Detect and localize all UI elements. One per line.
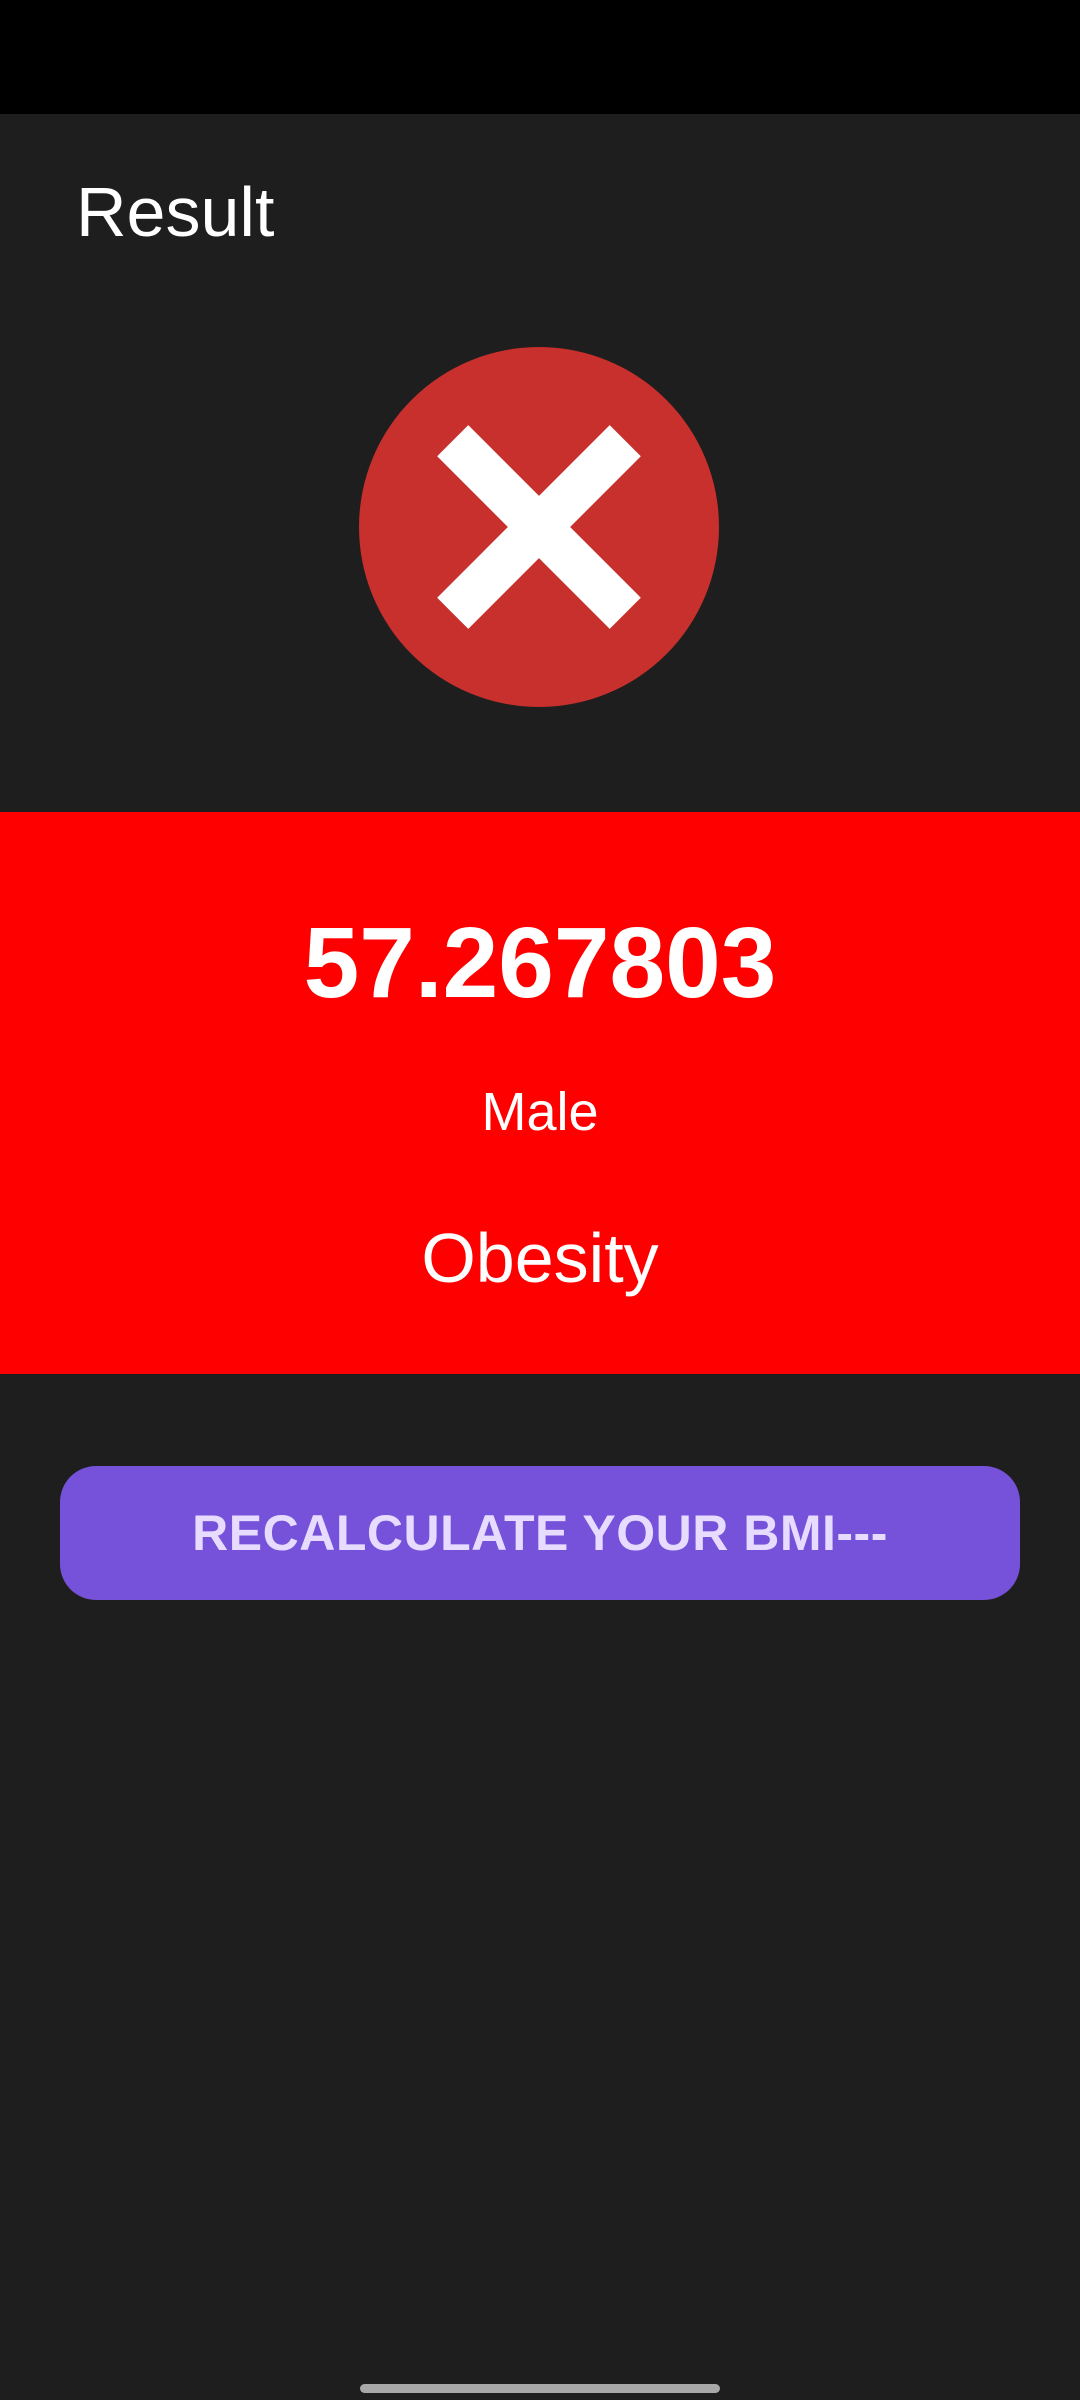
error-x-icon: [358, 346, 720, 708]
recalculate-button-label: RECALCULATE YOUR BMI---: [192, 1505, 888, 1561]
home-indicator[interactable]: [360, 2384, 720, 2393]
status-bar: [0, 0, 1080, 114]
bmi-category: Obesity: [421, 1219, 659, 1297]
recalculate-button[interactable]: RECALCULATE YOUR BMI---: [60, 1466, 1020, 1600]
bmi-value: 57.267803: [303, 907, 777, 1019]
screen: Result 57.267803 Male Obesity RECALCULAT…: [0, 0, 1080, 2400]
page-title: Result: [76, 173, 275, 251]
gender-value: Male: [481, 1082, 599, 1142]
result-panel: 57.267803 Male Obesity: [0, 812, 1080, 1374]
